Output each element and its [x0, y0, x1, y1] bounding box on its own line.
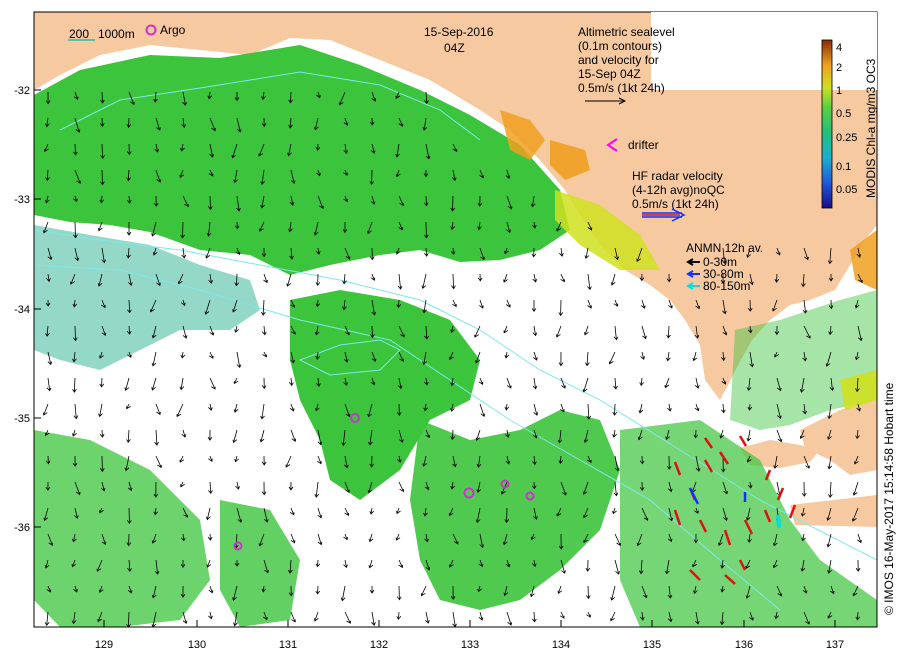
lon-tick-label: 129: [95, 639, 113, 651]
map-date-title: 15-Sep-2016: [424, 25, 494, 39]
legend-white-box: [651, 12, 877, 90]
altimetry-legend-line: Altimetric sealevel: [578, 25, 675, 39]
colorbar-tick-label: 0.25: [836, 132, 857, 144]
colorbar-tick-label: 2: [836, 62, 842, 74]
colorbar-tick-label: 0.5: [836, 108, 851, 120]
colorbar-tick-label: 1: [836, 85, 842, 97]
altimetry-legend-line: 0.5m/s (1kt 24h): [578, 81, 665, 95]
drifter-legend-label: drifter: [628, 138, 659, 152]
anmn-legend-title: ANMN 12h av.: [686, 241, 763, 255]
altimetry-legend-line: (0.1m contours): [578, 39, 662, 53]
credit-text: © IMOS 16-May-2017 15:14:58 Hobart time: [882, 382, 896, 615]
argo-legend-label: Argo: [160, 23, 186, 37]
lon-tick-label: 134: [552, 639, 570, 651]
colorbar-tick-label: 4: [836, 42, 842, 54]
isobath-label-200: 200: [69, 27, 89, 41]
hf-radar-legend-line: 0.5m/s (1kt 24h): [632, 197, 719, 211]
hf-radar-legend-line: (4-12h avg)noQC: [632, 183, 725, 197]
isobath-label-1000: 1000m: [98, 27, 135, 41]
colorbar-gradient: [821, 39, 833, 209]
lon-tick-label: 136: [735, 639, 753, 651]
anmn-legend-item: 80-150m: [703, 279, 750, 293]
lat-tick-label: -34: [14, 304, 30, 316]
lat-tick-label: -33: [14, 194, 30, 206]
lat-tick-label: -32: [14, 85, 30, 97]
ocean-current-map: 129 130 131 132 133 134 135 136 137 -32 -33 -34 -35…: [14, 11, 896, 651]
lon-tick-label: 133: [461, 639, 479, 651]
lon-tick-label: 132: [370, 639, 388, 651]
altimetry-legend-line: and velocity for: [578, 53, 659, 67]
hf-radar-legend-line: HF radar velocity: [632, 169, 723, 183]
map-time-title: 04Z: [444, 41, 465, 55]
lon-tick-label: 135: [643, 639, 661, 651]
colorbar-label: MODIS Chl-a mg/m3 OC3: [864, 58, 878, 198]
lat-tick-label: -36: [14, 522, 30, 534]
lat-tick-label: -35: [14, 413, 30, 425]
altimetry-legend-line: 15-Sep 04Z: [578, 67, 641, 81]
colorbar-tick-label: 0.05: [836, 184, 857, 196]
colorbar-tick-label: 0.1: [836, 161, 851, 173]
lon-tick-label: 131: [279, 639, 297, 651]
lon-tick-label: 130: [188, 639, 206, 651]
lon-tick-label: 137: [826, 639, 844, 651]
